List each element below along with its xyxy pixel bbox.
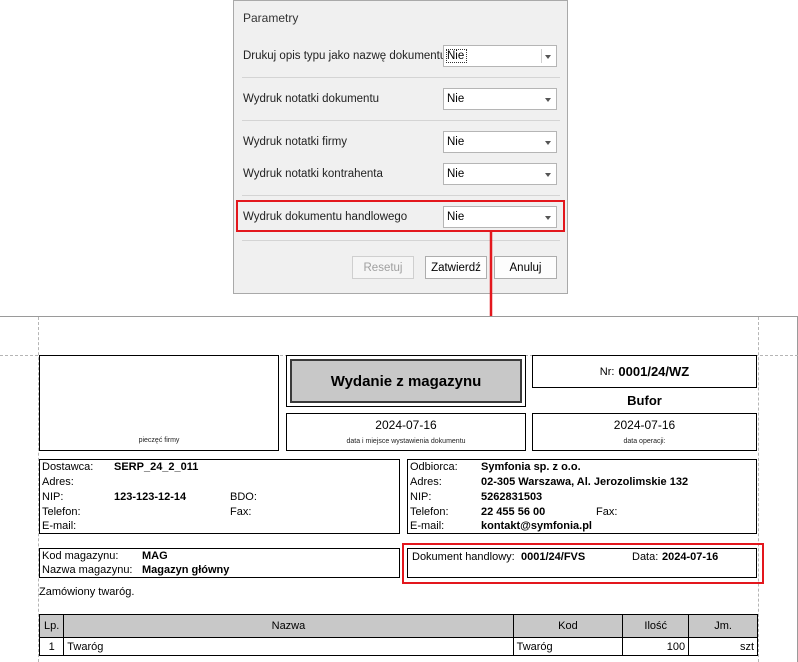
chevron-down-icon	[545, 173, 551, 177]
document-title-frame: Wydanie z magazynu	[286, 355, 526, 407]
supplier-box: Dostawca: SERP_24_2_011 Adres: NIP: 123-…	[39, 459, 400, 534]
warehouse-code: MAG	[142, 550, 168, 562]
supplier-fax-label: Fax:	[230, 506, 252, 518]
supplier-name: SERP_24_2_011	[114, 461, 199, 473]
recipient-phone: 22 455 56 00	[481, 506, 546, 518]
items-table: Lp. Nazwa Kod Ilość Jm. 1 Twaróg Twaróg …	[38, 614, 758, 656]
number-label: Nr:	[599, 365, 615, 378]
reset-button[interactable]: Resetuj	[352, 256, 414, 279]
supplier-address-label: Adres:	[42, 476, 74, 488]
highlight-trade-document-param	[236, 200, 565, 232]
recipient-phone-label: Telefon:	[410, 506, 449, 518]
param-label-document-note: Wydruk notatki dokumentu	[243, 93, 380, 105]
param-select-contractor-note[interactable]: Nie	[443, 163, 557, 185]
cell-unit: szt	[688, 637, 758, 656]
param-value: Nie	[447, 168, 465, 180]
issue-date: 2024-07-16	[375, 418, 437, 432]
cell-name: Twaróg	[63, 637, 514, 656]
recipient-email: kontakt@symfonia.pl	[481, 520, 592, 532]
document-status: Bufor	[627, 393, 662, 408]
recipient-box: Odbiorca: Symfonia sp. z o.o. Adres: 02-…	[407, 459, 757, 534]
document-title-box: Wydanie z magazynu	[290, 359, 522, 403]
recipient-nip: 5262831503	[481, 491, 543, 503]
warehouse-name: Magazyn główny	[142, 564, 230, 576]
column-header-quantity: Ilość	[622, 614, 690, 638]
table-row: 1 Twaróg Twaróg 100 szt	[38, 637, 758, 656]
recipient-name: Symfonia sp. z o.o.	[481, 461, 581, 473]
column-header-unit: Jm.	[688, 614, 758, 638]
document-title: Wydanie z magazynu	[330, 372, 482, 390]
recipient-nip-label: NIP:	[410, 491, 432, 503]
supplier-email-label: E-mail:	[42, 520, 77, 532]
issue-date-box: 2024-07-16 data i miejsce wystawienia do…	[286, 413, 526, 451]
cell-code: Twaróg	[512, 637, 624, 656]
document-note: Zamówiony twaróg.	[39, 586, 135, 598]
supplier-nip-label: NIP:	[42, 491, 64, 503]
company-stamp-box: pieczęć firmy	[39, 355, 279, 451]
separator	[242, 77, 560, 78]
recipient-label: Odbiorca:	[410, 461, 458, 473]
supplier-nip: 123-123-12-14	[114, 491, 187, 503]
separator	[242, 120, 560, 121]
param-value: Nie	[445, 49, 468, 63]
recipient-address-label: Adres:	[410, 476, 442, 488]
param-label-document-type-name: Drukuj opis typu jako nazwę dokumentu	[243, 50, 447, 62]
recipient-email-label: E-mail:	[410, 520, 445, 532]
document-number-box: Nr: 0001/24/WZ	[532, 355, 757, 388]
param-label-company-note: Wydruk notatki firmy	[243, 136, 348, 148]
param-value: Nie	[447, 136, 465, 148]
issue-date-caption: data i miejsce wystawienia dokumentu	[346, 438, 466, 445]
operation-date-caption: data operacji:	[623, 438, 666, 445]
separator	[242, 195, 560, 196]
warehouse-name-label: Nazwa magazynu:	[42, 564, 133, 576]
recipient-fax-label: Fax:	[596, 506, 618, 518]
column-header-lp: Lp.	[38, 614, 65, 638]
table-header-row: Lp. Nazwa Kod Ilość Jm.	[38, 614, 758, 638]
warehouse-box: Kod magazynu: MAG Nazwa magazynu: Magazy…	[39, 548, 400, 578]
supplier-bdo-label: BDO:	[230, 491, 257, 503]
chevron-down-icon	[545, 141, 551, 145]
cell-lp: 1	[38, 637, 65, 656]
chevron-down-icon	[545, 98, 551, 102]
cell-quantity: 100	[622, 637, 690, 656]
warehouse-code-label: Kod magazynu:	[42, 550, 119, 562]
recipient-address: 02-305 Warszawa, Al. Jerozolimskie 132	[481, 476, 689, 488]
column-header-code: Kod	[512, 614, 624, 638]
param-select-document-note[interactable]: Nie	[443, 88, 557, 110]
chevron-down-icon	[545, 55, 551, 59]
param-label-contractor-note: Wydruk notatki kontrahenta	[243, 168, 383, 180]
separator	[242, 240, 560, 241]
dialog-title: Parametry	[243, 11, 299, 25]
param-select-document-type-name[interactable]: Nie	[443, 45, 557, 67]
operation-date-box: 2024-07-16 data operacji:	[532, 413, 757, 451]
stamp-caption: pieczęć firmy	[138, 437, 180, 444]
highlight-trade-document	[402, 543, 764, 584]
supplier-label: Dostawca:	[42, 461, 94, 473]
operation-date: 2024-07-16	[613, 418, 676, 432]
column-header-name: Nazwa	[63, 614, 514, 638]
select-separator	[541, 49, 542, 63]
param-value: Nie	[447, 93, 465, 105]
parameters-dialog: Parametry Drukuj opis typu jako nazwę do…	[233, 0, 568, 294]
document-number: 0001/24/WZ	[618, 364, 690, 379]
param-select-company-note[interactable]: Nie	[443, 131, 557, 153]
supplier-phone-label: Telefon:	[42, 506, 81, 518]
margin-guide	[758, 317, 759, 662]
